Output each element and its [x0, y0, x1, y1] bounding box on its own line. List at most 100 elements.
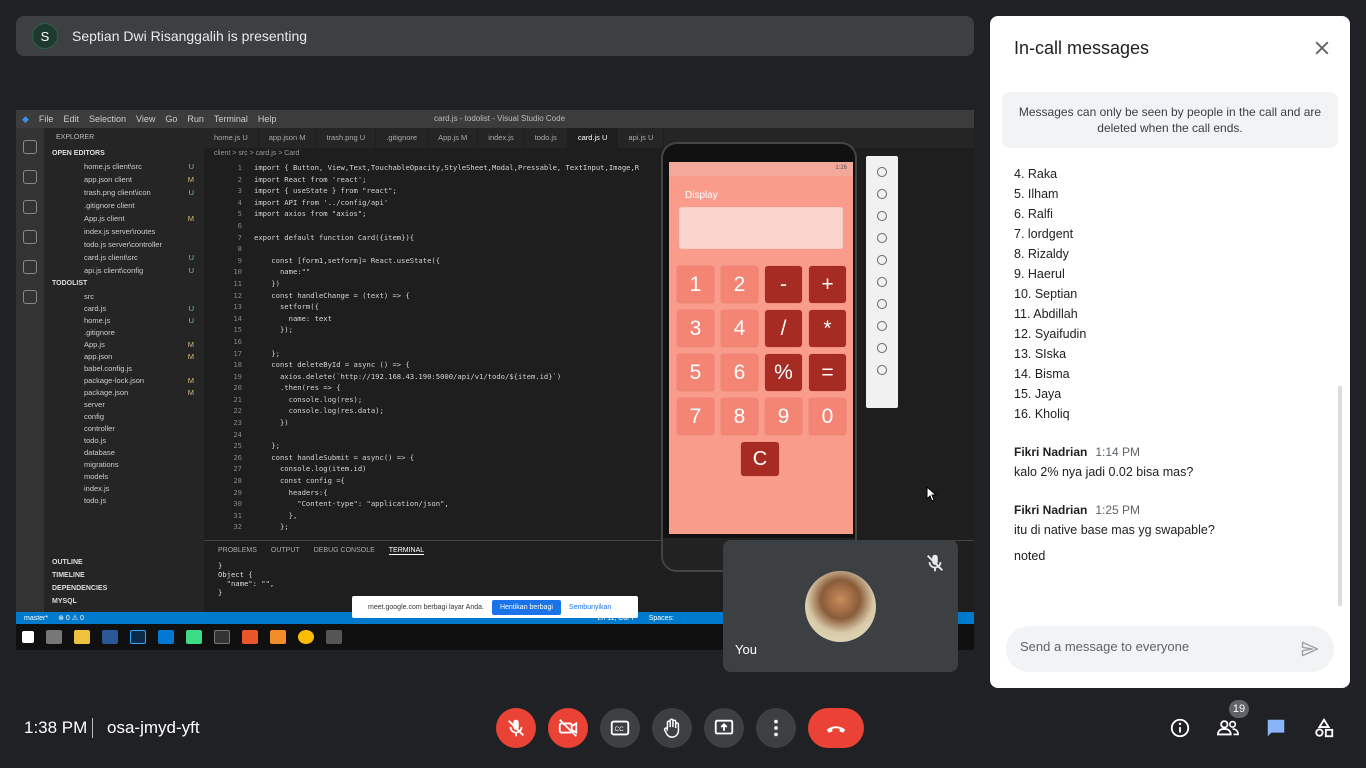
- meeting-code: osa-jmyd-yft: [107, 718, 200, 737]
- mic-off-icon: [508, 719, 524, 737]
- code-line: 11 }): [216, 278, 974, 290]
- hide-notice-link: Sembunyikan: [568, 603, 612, 611]
- code-text: }): [254, 278, 280, 288]
- phone-status-time: 1:26: [669, 162, 853, 176]
- project-file-item: card.js U: [44, 302, 204, 314]
- line-number: 1: [237, 163, 242, 172]
- message-text: kalo 2% nya jadi 0.02 bisa mas?: [1014, 465, 1194, 479]
- message-input[interactable]: [1020, 639, 1290, 654]
- project-file-item: controller: [44, 422, 204, 434]
- line-number: 23: [233, 418, 242, 428]
- project-file-item: migrations: [44, 458, 204, 470]
- code-text: };: [254, 522, 289, 532]
- editor-tab: card.js U: [567, 128, 619, 148]
- code-text: axios.delete(`http://192.168.43.190:5000…: [254, 371, 562, 381]
- line-number: 27: [233, 464, 242, 474]
- line-number: 12: [233, 290, 242, 300]
- output-tab: OUTPUT: [270, 547, 300, 554]
- message-header: Fikri Nadrian 1:25 PM: [1014, 500, 1334, 520]
- activity-bar: [16, 128, 44, 620]
- code-line: 15 });: [216, 324, 974, 336]
- leave-call-button[interactable]: [808, 708, 864, 748]
- close-icon[interactable]: [1312, 38, 1332, 58]
- code-line: 16: [216, 336, 974, 348]
- code-line: 25 };: [216, 440, 974, 452]
- git-status: U: [188, 253, 194, 262]
- camera-toggle-button[interactable]: [548, 708, 588, 748]
- more-options-button[interactable]: [756, 708, 796, 748]
- code-line: 8: [216, 243, 974, 255]
- open-editor-item: index.js server\routes: [44, 225, 204, 238]
- code-line: 12 const handleChange = (text) => {: [216, 290, 974, 302]
- line-number: 17: [233, 348, 242, 358]
- calculator-key: 2: [721, 266, 758, 303]
- menu-help: Help: [257, 114, 277, 124]
- code-text: import React from 'react';: [254, 174, 367, 184]
- editor-tab: trash.png U: [316, 128, 377, 148]
- calculator-key: 8: [721, 398, 758, 435]
- messages-info: Messages can only be seen by people in t…: [1002, 92, 1338, 148]
- mic-toggle-button[interactable]: [496, 708, 536, 748]
- git-status: M: [187, 351, 194, 361]
- line-number: 7: [237, 232, 242, 242]
- captions-button[interactable]: CC: [600, 708, 640, 748]
- calculator-key: /: [765, 310, 802, 347]
- git-status: M: [187, 339, 194, 349]
- git-status: M: [187, 375, 194, 385]
- menu-terminal: Terminal: [213, 114, 248, 124]
- meeting-details-button[interactable]: [1168, 716, 1192, 740]
- power-icon: [877, 167, 887, 177]
- line-number: 28: [233, 476, 242, 486]
- present-now-button[interactable]: [704, 708, 744, 748]
- send-icon[interactable]: [1300, 639, 1320, 659]
- project-file-item: babel.config.js: [44, 362, 204, 374]
- code-text: setform({: [254, 302, 319, 312]
- code-text: const handleChange = (text) => {: [254, 290, 410, 300]
- message-header: Fikri Nadrian 1:14 PM: [1014, 442, 1334, 462]
- explorer-header: EXPLORER: [56, 134, 95, 141]
- project-file-name: src: [84, 291, 94, 301]
- calculator-row: 1 2- +: [677, 266, 849, 303]
- meet-icon: [326, 630, 342, 644]
- code-line: 24: [216, 429, 974, 441]
- code-text: },: [254, 510, 298, 520]
- code-text: };: [254, 441, 280, 451]
- menu-selection: Selection: [88, 114, 126, 124]
- line-number: 3: [237, 186, 242, 196]
- line-number: 13: [233, 302, 242, 312]
- code-text: headers:{: [254, 487, 328, 497]
- editor-tab: api.js U: [618, 128, 665, 148]
- self-avatar: [805, 571, 876, 642]
- line-number: 30: [233, 499, 242, 509]
- code-line: 20 .then(res => {: [216, 382, 974, 394]
- project-file-name: babel.config.js: [84, 363, 132, 373]
- self-video-tile: You: [723, 540, 958, 672]
- activities-button[interactable]: [1312, 716, 1336, 740]
- line-number: 19: [233, 371, 242, 381]
- menu-file: File: [38, 114, 54, 124]
- raise-hand-button[interactable]: [652, 708, 692, 748]
- project-file-item: .gitignore: [44, 326, 204, 338]
- chat-button[interactable]: [1264, 716, 1288, 740]
- project-title: TODOLIST: [52, 280, 88, 287]
- git-status: U: [188, 266, 194, 275]
- open-editor-item: home.js client\src U: [44, 160, 204, 173]
- rotate-left-icon: [877, 233, 887, 243]
- calculator-key: 0: [809, 398, 846, 435]
- back-icon: [877, 321, 887, 331]
- people-button[interactable]: [1216, 716, 1240, 740]
- message-time: 1:14 PM: [1095, 445, 1141, 459]
- end-call-icon: [826, 726, 846, 733]
- menu-run: Run: [187, 114, 204, 124]
- code-text: console.log(res.data);: [254, 406, 384, 416]
- activities-icon: [1315, 718, 1334, 738]
- editor-tab: home.js U: [204, 128, 259, 148]
- present-icon: [714, 719, 734, 735]
- line-number: 14: [233, 313, 242, 323]
- mouse-cursor-icon: [926, 486, 938, 502]
- open-editor-item: App.js client M: [44, 212, 204, 225]
- open-editor-item: api.js client\config U: [44, 264, 204, 277]
- files-icon: [23, 140, 37, 154]
- messages-scrollbar[interactable]: [1338, 386, 1342, 606]
- project-file-name: controller: [84, 423, 115, 433]
